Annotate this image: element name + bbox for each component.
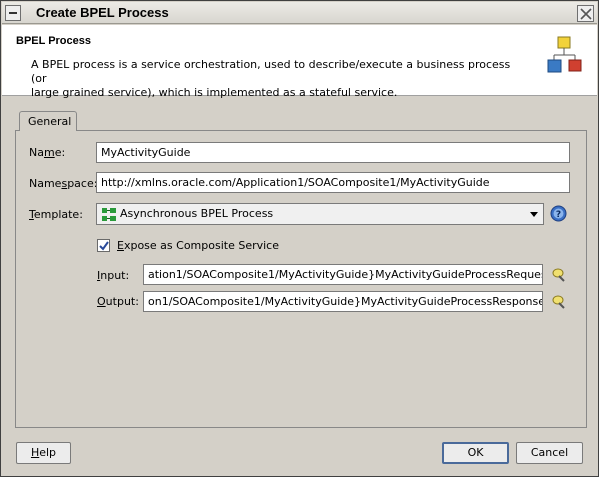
header-description: A BPEL process is a service orchestratio…: [31, 58, 521, 100]
name-label-text-2: e:: [54, 146, 66, 159]
chevron-down-icon[interactable]: [530, 212, 538, 217]
namespace-label: Namespace:: [29, 177, 97, 190]
bpel-template-icon: [101, 207, 117, 225]
expose-label-text: xpose as Composite Service: [123, 239, 279, 252]
window-title: Create BPEL Process: [36, 5, 169, 20]
template-selected-value: Asynchronous BPEL Process: [120, 207, 274, 220]
title-bar[interactable]: Create BPEL Process: [2, 2, 597, 24]
template-label-text: emplate:: [33, 208, 83, 221]
output-label: Output:: [97, 295, 139, 308]
svg-text:?: ?: [556, 210, 561, 220]
expose-label-mnemonic: E: [117, 239, 124, 252]
close-icon[interactable]: [577, 5, 594, 22]
help-icon[interactable]: ?: [550, 205, 567, 225]
template-select[interactable]: Asynchronous BPEL Process: [96, 203, 544, 225]
output-label-mnemonic: O: [97, 295, 106, 308]
template-label: Template:: [29, 208, 83, 221]
input-label: Input:: [97, 269, 129, 282]
namespace-field[interactable]: http://xmlns.oracle.com/Application1/SOA…: [96, 172, 570, 193]
name-label-text-1: Na: [29, 146, 44, 159]
input-label-text: nput:: [100, 269, 130, 282]
process-diagram-icon: [547, 35, 583, 78]
output-label-text: utput:: [105, 295, 139, 308]
name-label-mnemonic: m: [43, 146, 55, 159]
browse-output-icon[interactable]: [551, 294, 567, 313]
ok-button[interactable]: OK: [442, 442, 509, 464]
cancel-button[interactable]: Cancel: [516, 442, 583, 464]
dialog-header: BPEL Process A BPEL process is a service…: [2, 25, 597, 99]
expose-label[interactable]: Expose as Composite Service: [117, 239, 279, 252]
output-field[interactable]: on1/SOAComposite1/MyActivityGuide}MyActi…: [143, 291, 543, 312]
description-line-1: A BPEL process is a service orchestratio…: [31, 58, 511, 85]
help-button-mnemonic: H: [30, 446, 40, 459]
namespace-label-text-1: Name: [29, 177, 62, 190]
help-button-label: elp: [39, 446, 57, 459]
header-title: BPEL Process: [16, 35, 92, 47]
browse-input-icon[interactable]: [551, 267, 567, 286]
window-menu-icon[interactable]: [5, 5, 21, 21]
description-line-2: large grained service), which is impleme…: [31, 86, 398, 99]
tab-general-label: General: [28, 115, 72, 128]
create-bpel-process-dialog: Create BPEL Process BPEL Process A BPEL …: [0, 0, 599, 477]
expose-checkbox[interactable]: [97, 239, 110, 252]
namespace-label-text-2: pace:: [67, 177, 98, 190]
name-label: Name:: [29, 146, 65, 159]
tab-general[interactable]: General: [19, 111, 77, 131]
input-field[interactable]: ation1/SOAComposite1/MyActivityGuide}MyA…: [143, 264, 543, 285]
name-field[interactable]: MyActivityGuide: [96, 142, 570, 163]
help-button[interactable]: Help: [16, 442, 71, 464]
